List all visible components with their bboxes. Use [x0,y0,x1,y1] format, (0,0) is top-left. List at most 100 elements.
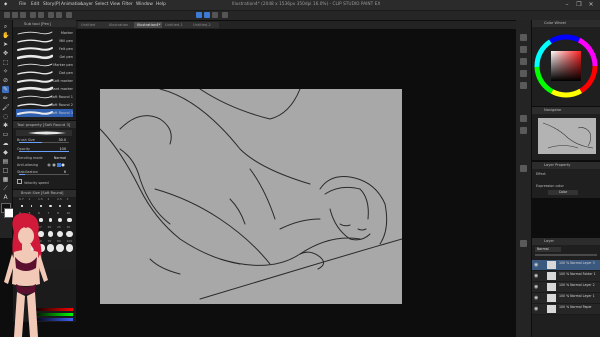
open-file-icon[interactable] [12,12,18,18]
edit-icon[interactable] [222,12,228,18]
save-icon[interactable] [20,12,26,18]
opacity-slider[interactable] [19,151,69,152]
layer-row[interactable]: ◉ 100 % Normal Layer 2 [532,282,600,293]
auto-select-icon[interactable]: ✧ [2,68,9,75]
new-file-icon[interactable] [4,12,10,18]
menu-help[interactable]: Help [156,2,166,7]
snap-ruler-icon[interactable] [196,12,202,18]
checkbox-icon[interactable] [17,179,22,184]
minimize-button[interactable]: – [562,1,572,9]
eye-icon[interactable]: ◉ [534,306,538,312]
menu-select[interactable]: Select [95,2,108,7]
app-logo-icon[interactable]: ◆ [4,2,7,7]
pencil-icon[interactable]: ✏ [2,95,9,102]
color-set-tab-icon[interactable] [520,46,527,53]
brush-item[interactable]: Hard marker [16,85,73,93]
brush-size-preset[interactable] [68,204,71,208]
blending-mode-select[interactable]: Normal [54,155,66,161]
approximate-color-tab-icon[interactable] [520,70,527,77]
blend-icon[interactable]: ☁ [2,140,9,147]
eye-icon[interactable]: ◉ [534,262,538,268]
selection-icon[interactable]: ⬚ [2,59,9,66]
color-history-tab-icon[interactable] [520,82,527,89]
snap-grid-icon[interactable] [212,12,218,18]
brush-item[interactable]: Marker pen [16,61,73,69]
brush-size-preset[interactable] [57,217,63,223]
prop-velocity-speed[interactable]: Velocity speed [17,179,75,185]
redo-icon[interactable] [38,12,44,18]
close-button[interactable]: ✕ [586,1,596,9]
zoom-icon[interactable]: ⌕ [2,23,9,30]
brush-item[interactable]: Gel pen [16,53,73,61]
maximize-button[interactable]: ❐ [574,1,584,9]
pen-icon[interactable]: ✎ [2,86,9,93]
brush-size-preset[interactable] [57,231,63,237]
brush-item[interactable]: Soft Round 2 [16,101,73,109]
airbrush-icon[interactable]: ◌ [2,113,9,120]
prop-anti-aliasing[interactable]: Anti-aliasing [17,162,75,168]
gradient-icon[interactable]: ▤ [2,158,9,165]
layer-row[interactable]: ◉ 100 % Normal Folder 1 [532,271,600,282]
navigator-tab-icon[interactable] [520,115,527,122]
color-wheel[interactable] [534,34,598,98]
brush-size-preset[interactable] [40,205,42,207]
layer-opacity-slider[interactable] [535,254,597,256]
deselect-icon[interactable] [66,12,72,18]
color-wheel-tab-icon[interactable] [520,34,527,41]
blend-mode-select[interactable]: Normal [535,247,561,252]
menu-story[interactable]: Story(P) [43,2,60,7]
fill-icon[interactable]: ◆ [2,149,9,156]
brush-item[interactable]: Dot pen [16,69,73,77]
move-icon[interactable]: ✥ [2,50,9,57]
eraser-icon[interactable]: ▭ [2,131,9,138]
stabilization-slider[interactable] [19,174,69,175]
menu-layer[interactable]: Layer [81,2,93,7]
eye-icon[interactable]: ◉ [534,284,538,290]
frame-icon[interactable]: ▦ [2,176,9,183]
intermediate-color-tab-icon[interactable] [520,58,527,65]
tab-illustration4[interactable]: Illustration4* [134,22,163,28]
menu-filter[interactable]: Filter [122,2,133,7]
menu-animation[interactable]: Animation [61,2,83,7]
prop-opacity[interactable]: Opacity 100 [17,146,75,152]
eye-icon[interactable]: ◉ [534,273,538,279]
brush-item[interactable]: Soft marker [16,77,73,85]
brush-item[interactable]: Felt pen [16,45,73,53]
brush-size-preset[interactable] [65,244,74,252]
menu-edit[interactable]: Edit [31,2,39,7]
brush-size-preset[interactable] [58,204,62,208]
brush-item[interactable]: Marker [16,29,73,37]
decoration-icon[interactable]: ✱ [2,122,9,129]
menu-file[interactable]: File [19,2,26,7]
navigator-preview[interactable] [538,118,596,154]
brush-size-slider[interactable] [19,142,69,143]
brush-size-preset[interactable] [21,205,23,207]
tab-untitled-2[interactable]: Untitled-2 [190,22,219,28]
operation-icon[interactable]: ➤ [2,41,9,48]
expression-color-select[interactable]: Color [548,190,578,195]
layer-row[interactable]: ◉ 100 % Normal Layer 1 [532,293,600,304]
drawing-canvas[interactable] [99,88,403,304]
brush-size-preset[interactable] [49,204,52,208]
prop-stabilization[interactable]: Stabilization 6 [17,169,75,175]
layer-row[interactable]: ◉ 100 % Normal Layer 3 [532,260,600,271]
brush-item[interactable]: Soft Round 1 [16,93,73,101]
transform-icon[interactable] [56,12,62,18]
brush-size-preset[interactable] [66,230,73,238]
brush-size-preset[interactable] [56,244,64,252]
figure-icon[interactable]: □ [2,167,9,174]
menu-view[interactable]: View [110,2,120,7]
menu-window[interactable]: Window [136,2,153,7]
brush-size-preset[interactable] [30,205,33,207]
undo-icon[interactable] [30,12,36,18]
layer-tab-icon[interactable] [520,240,527,247]
layer-row[interactable]: ◉ 100 % Normal Paper [532,304,600,315]
brush-icon[interactable]: 🖌 [2,104,10,111]
eye-icon[interactable]: ◉ [534,295,538,301]
clear-icon[interactable] [48,12,54,18]
brush-item[interactable]: Mill pen [16,37,73,45]
tab-illustration[interactable]: Illustration [106,22,135,28]
tab-untitled-1[interactable]: Untitled-1 [162,22,191,28]
prop-blending-mode[interactable]: Blending mode Normal [17,155,75,161]
brush-size-preset[interactable] [67,217,72,223]
